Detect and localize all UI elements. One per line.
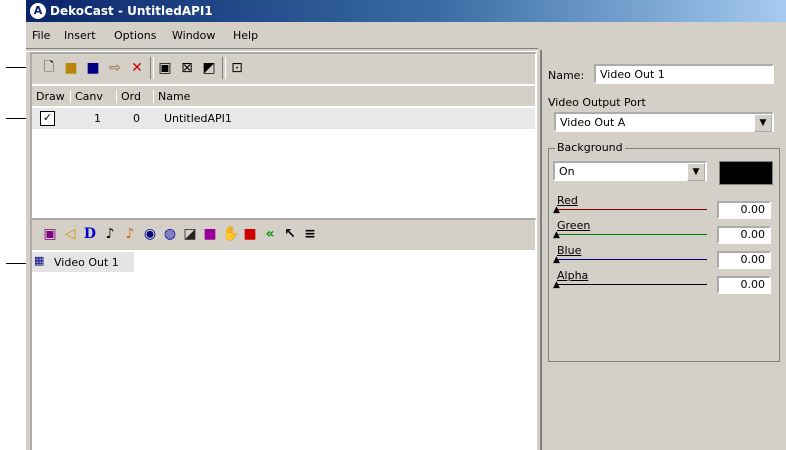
toolbar-separator bbox=[222, 57, 226, 79]
properties-panel: Name: Video Out 1 Video Output Port Vide… bbox=[540, 50, 786, 450]
chevron-down-icon[interactable]: ▼ bbox=[687, 163, 705, 181]
callout-line-1 bbox=[6, 67, 28, 68]
canvas-list-panel: 🗋 ■ ■ ⇨ ✕ ▣ ⊠ ◩ ⊡ Draw Canv Ord Name ✓ 1… bbox=[30, 52, 537, 219]
col-name[interactable]: Name bbox=[153, 90, 190, 103]
background-value: On bbox=[559, 165, 575, 178]
port-value: Video Out A bbox=[560, 116, 626, 129]
media-clip-icon[interactable]: ◉ bbox=[142, 226, 158, 242]
list-icon[interactable]: ≡ bbox=[302, 226, 318, 242]
slider-thumb-icon[interactable]: ▲ bbox=[553, 281, 560, 290]
background-label: Background bbox=[555, 141, 625, 154]
reel-icon[interactable]: ◍ bbox=[162, 226, 178, 242]
table-row[interactable]: ✓ 1 0 UntitledAPI1 bbox=[32, 108, 535, 129]
new-icon[interactable]: 🗋 bbox=[40, 59, 58, 77]
canvas-edit-icon[interactable]: ◩ bbox=[200, 59, 218, 77]
video-list-panel: ▣ ◁ D ♪ ♪ ◉ ◍ ◪ ■ ✋ ■ « ↖ ≡ ▦ Video Out … bbox=[30, 218, 537, 450]
slider-value-field[interactable]: 0.00 bbox=[717, 251, 771, 269]
pointer-icon[interactable]: ↖ bbox=[282, 226, 298, 242]
chevron-down-icon[interactable]: ▼ bbox=[754, 114, 772, 132]
slider-thumb-icon[interactable]: ▲ bbox=[553, 206, 560, 215]
name-label: Name: bbox=[548, 69, 585, 82]
slider-value-field[interactable]: 0.00 bbox=[717, 201, 771, 219]
slider-track[interactable] bbox=[557, 284, 707, 285]
background-select[interactable]: On ▼ bbox=[553, 161, 707, 181]
menu-window[interactable]: Window bbox=[172, 29, 215, 42]
video-out-icon: ▦ bbox=[34, 254, 45, 267]
window-title: DekoCast - UntitledAPI1 bbox=[50, 4, 213, 18]
audio-note-icon[interactable]: ♪ bbox=[102, 226, 118, 242]
name-value: Video Out 1 bbox=[600, 68, 665, 81]
delete-icon[interactable]: ✕ bbox=[128, 59, 146, 77]
canvas-remove-icon[interactable]: ⊠ bbox=[178, 59, 196, 77]
slider-green[interactable]: Green ▲ bbox=[549, 219, 719, 247]
slider-label: Red bbox=[557, 194, 578, 207]
export-icon[interactable]: ⇨ bbox=[106, 59, 124, 77]
row-canv: 1 bbox=[94, 112, 101, 125]
draw-checkbox[interactable]: ✓ bbox=[40, 111, 55, 126]
menu-insert[interactable]: Insert bbox=[64, 29, 96, 42]
dynamic-text-icon[interactable]: D bbox=[82, 226, 98, 242]
tv-exit-icon[interactable]: ⊡ bbox=[228, 59, 246, 77]
object-toolbar: ▣ ◁ D ♪ ♪ ◉ ◍ ◪ ■ ✋ ■ « ↖ ≡ bbox=[32, 220, 535, 250]
col-draw[interactable]: Draw bbox=[32, 90, 65, 103]
slider-label: Alpha bbox=[557, 269, 589, 282]
app-icon: A bbox=[30, 3, 46, 19]
list-header: Draw Canv Ord Name bbox=[32, 86, 535, 106]
row-ord: 0 bbox=[133, 112, 140, 125]
slider-blue[interactable]: Blue ▲ bbox=[549, 244, 719, 272]
menu-help[interactable]: Help bbox=[233, 29, 258, 42]
col-ord[interactable]: Ord bbox=[116, 90, 141, 103]
save-icon[interactable]: ■ bbox=[84, 59, 102, 77]
slider-label: Green bbox=[557, 219, 591, 232]
row-name: UntitledAPI1 bbox=[164, 112, 232, 125]
megaphone-icon[interactable]: ◁ bbox=[62, 226, 78, 242]
port-label: Video Output Port bbox=[548, 96, 646, 109]
slider-track[interactable] bbox=[557, 259, 707, 260]
slider-label: Blue bbox=[557, 244, 582, 257]
menu-options[interactable]: Options bbox=[114, 29, 156, 42]
toolbar-separator bbox=[150, 57, 154, 79]
menu-file[interactable]: File bbox=[32, 29, 50, 42]
name-field[interactable]: Video Out 1 bbox=[594, 64, 774, 84]
canvas-add-icon[interactable]: ▣ bbox=[156, 59, 174, 77]
list-item[interactable]: ▦ Video Out 1 bbox=[32, 252, 134, 272]
callout-line-3 bbox=[6, 263, 28, 264]
audio-note-color-icon[interactable]: ♪ bbox=[122, 226, 138, 242]
slider-red[interactable]: Red ▲ bbox=[549, 194, 719, 222]
record-icon[interactable]: ■ bbox=[242, 226, 258, 242]
slider-thumb-icon[interactable]: ▲ bbox=[553, 256, 560, 265]
main-window: A DekoCast - UntitledAPI1 File Insert Op… bbox=[26, 0, 786, 450]
video-out-add-icon[interactable]: ▣ bbox=[42, 226, 58, 242]
slider-alpha[interactable]: Alpha ▲ bbox=[549, 269, 719, 297]
port-select[interactable]: Video Out A ▼ bbox=[554, 112, 774, 132]
slider-track[interactable] bbox=[557, 209, 707, 210]
title-bar: A DekoCast - UntitledAPI1 bbox=[26, 0, 786, 22]
canvas-toolbar: 🗋 ■ ■ ⇨ ✕ ▣ ⊠ ◩ ⊡ bbox=[32, 54, 535, 84]
open-folder-icon[interactable]: ■ bbox=[62, 59, 80, 77]
rewind-icon[interactable]: « bbox=[262, 226, 278, 242]
slider-value-field[interactable]: 0.00 bbox=[717, 226, 771, 244]
callout-line-2 bbox=[6, 118, 28, 119]
slider-track[interactable] bbox=[557, 234, 707, 235]
background-color-swatch[interactable] bbox=[719, 161, 773, 185]
slider-value-field[interactable]: 0.00 bbox=[717, 276, 771, 294]
slider-thumb-icon[interactable]: ▲ bbox=[553, 231, 560, 240]
picture-icon[interactable]: ◪ bbox=[182, 226, 198, 242]
menu-bar: File Insert Options Window Help bbox=[26, 24, 786, 46]
hand-icon[interactable]: ✋ bbox=[222, 226, 239, 242]
graphic-icon[interactable]: ■ bbox=[202, 226, 218, 242]
col-canv[interactable]: Canv bbox=[70, 90, 103, 103]
background-group: Background On ▼ Red ▲ 0.00 Green ▲ 0.00 Blue ▲ 0… bbox=[548, 141, 780, 362]
video-item-label: Video Out 1 bbox=[54, 256, 119, 269]
